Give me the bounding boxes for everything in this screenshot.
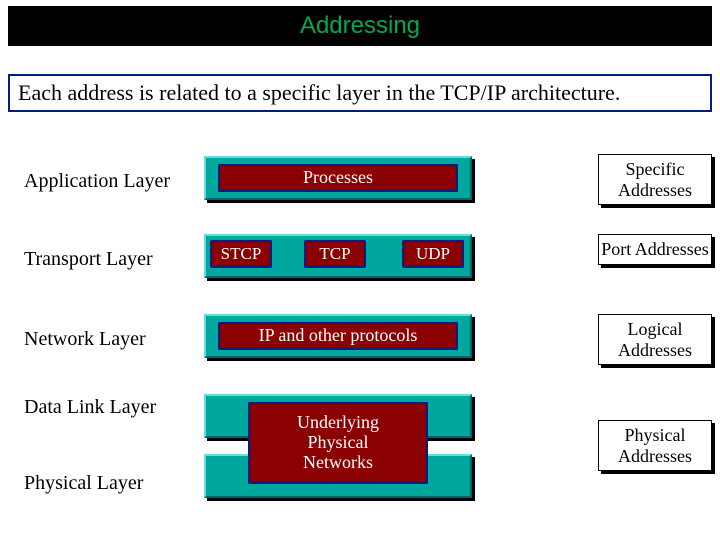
addr-logical: Logical Addresses bbox=[598, 314, 712, 365]
addr-physical: Physical Addresses bbox=[598, 420, 712, 471]
layer-network: Network Layer bbox=[24, 328, 146, 351]
box-processes: Processes bbox=[218, 164, 458, 192]
subtitle-text: Each address is related to a specific la… bbox=[18, 80, 620, 105]
box-stcp: STCP bbox=[210, 240, 272, 268]
addr-specific: Specific Addresses bbox=[598, 154, 712, 205]
layer-datalink: Data Link Layer bbox=[24, 396, 156, 419]
title-bar: Addressing bbox=[8, 6, 712, 46]
teal-application: Processes bbox=[204, 156, 472, 200]
layer-application: Application Layer bbox=[24, 170, 170, 193]
layer-transport: Transport Layer bbox=[24, 248, 153, 271]
title-text: Addressing bbox=[300, 12, 420, 39]
box-ip: IP and other protocols bbox=[218, 322, 458, 350]
box-tcp: TCP bbox=[304, 240, 366, 268]
box-underlying: Underlying Physical Networks bbox=[248, 402, 428, 484]
box-udp: UDP bbox=[402, 240, 464, 268]
addr-port: Port Addresses bbox=[598, 234, 712, 265]
subtitle-bar: Each address is related to a specific la… bbox=[8, 74, 712, 112]
teal-network: IP and other protocols bbox=[204, 314, 472, 358]
layer-physical: Physical Layer bbox=[24, 472, 143, 495]
